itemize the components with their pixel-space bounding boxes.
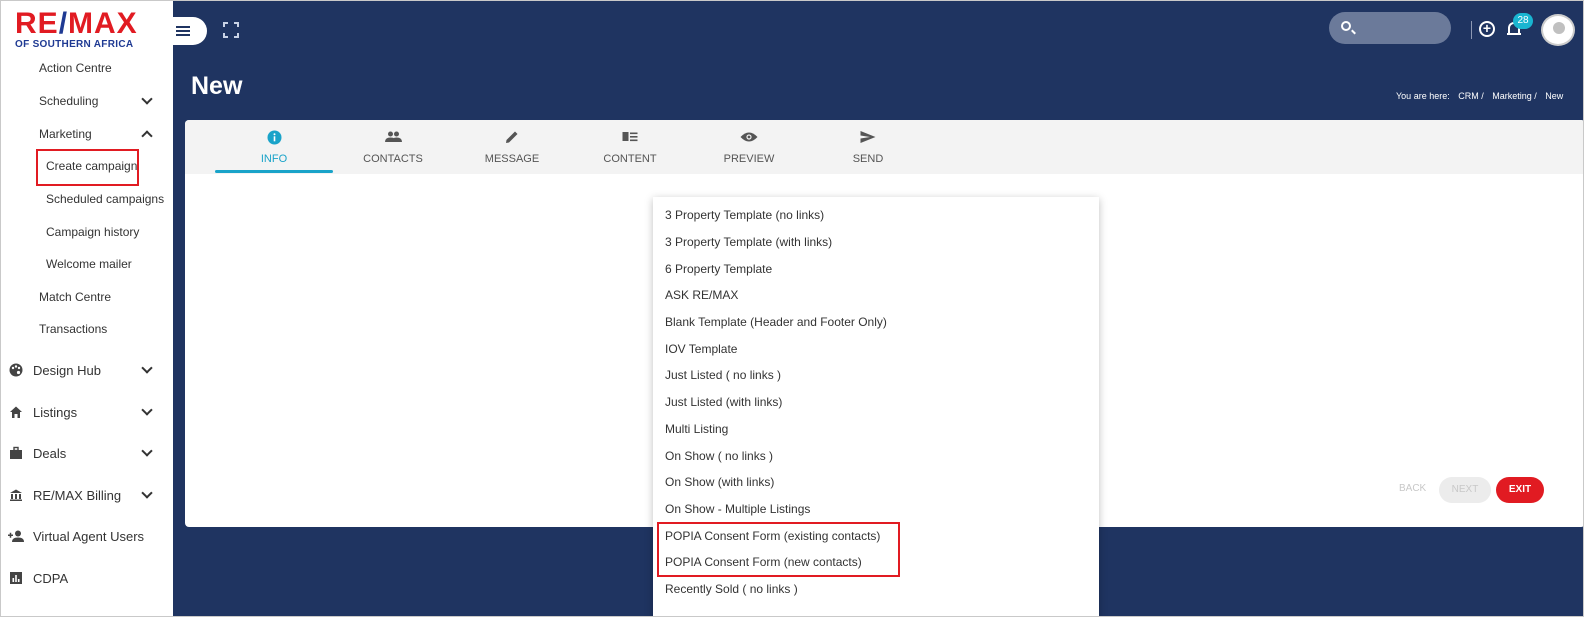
sidebar-item-welcome-mailer[interactable]: Welcome mailer — [1, 251, 173, 277]
template-option[interactable]: Recently Sold ( no links ) — [653, 576, 1099, 602]
chevron-down-icon — [141, 362, 153, 374]
sidebar: RE/MAX OF SOUTHERN AFRICA Action Centre … — [1, 1, 173, 616]
highlight-box-create-campaign — [36, 149, 139, 186]
chevron-down-icon — [141, 487, 153, 499]
add-user-icon — [8, 528, 24, 544]
template-option[interactable]: Blank Template (Header and Footer Only) — [653, 309, 1099, 335]
sidebar-item-label: Listings — [33, 404, 78, 420]
sidebar-item-scheduled-campaigns[interactable]: Scheduled campaigns — [1, 186, 173, 212]
breadcrumb-item-crm[interactable]: CRM / — [1458, 91, 1484, 101]
tab-label: SEND — [852, 153, 884, 165]
chevron-down-icon — [141, 404, 153, 416]
template-option[interactable]: ASK RE/MAX — [653, 282, 1099, 308]
palette-icon — [8, 362, 24, 378]
highlight-box-popia-options — [657, 522, 900, 577]
sidebar-item-remax-billing[interactable]: RE/MAX Billing — [1, 482, 173, 508]
sidebar-item-label: Marketing — [39, 127, 92, 141]
menu-toggle-button[interactable] — [159, 17, 207, 45]
sidebar-item-label: Design Hub — [33, 362, 101, 378]
template-option[interactable]: Multi Listing — [653, 416, 1099, 442]
tab-preview[interactable]: PREVIEW — [690, 120, 808, 174]
tab-label: CONTACTS — [363, 153, 423, 165]
search-input[interactable] — [1329, 12, 1451, 44]
sidebar-item-label: Deals — [33, 445, 67, 461]
add-icon[interactable]: + — [1479, 21, 1495, 37]
sidebar-item-label: CDPA — [33, 570, 69, 586]
bank-icon — [8, 487, 24, 503]
template-option[interactable]: On Show - Multiple Listings — [653, 496, 1099, 522]
search-icon — [1341, 21, 1351, 31]
remax-logo[interactable]: RE/MAX OF SOUTHERN AFRICA — [15, 9, 155, 53]
sidebar-item-label: Campaign history — [46, 225, 140, 239]
sidebar-item-label: Action Centre — [39, 61, 112, 75]
logo-subtitle: OF SOUTHERN AFRICA — [15, 39, 134, 50]
exit-button[interactable]: EXIT — [1496, 477, 1544, 503]
info-icon — [265, 129, 283, 145]
sidebar-item-label: Welcome mailer — [46, 257, 132, 271]
sidebar-item-label: Scheduled campaigns — [46, 192, 165, 206]
template-option[interactable]: 3 Property Template (with links) — [653, 229, 1099, 255]
template-option[interactable]: Just Listed ( no links ) — [653, 362, 1099, 388]
tab-label: INFO — [260, 153, 288, 165]
template-option[interactable]: 6 Property Template — [653, 256, 1099, 282]
breadcrumb: You are here: CRM / Marketing / New — [1396, 91, 1569, 101]
header-divider — [1471, 21, 1472, 39]
sidebar-item-transactions[interactable]: Transactions — [1, 316, 173, 342]
sidebar-item-label: Match Centre — [39, 290, 112, 304]
avatar[interactable] — [1541, 14, 1575, 46]
fullscreen-icon[interactable] — [223, 22, 239, 38]
back-button[interactable]: BACK — [1399, 483, 1426, 494]
template-dropdown: 3 Property Template (no links) 3 Propert… — [653, 197, 1099, 616]
sidebar-item-deals[interactable]: Deals — [1, 440, 173, 466]
eye-icon — [740, 129, 758, 145]
pencil-icon — [503, 129, 521, 145]
sidebar-item-campaign-history[interactable]: Campaign history — [1, 219, 173, 245]
sidebar-item-label: Transactions — [39, 322, 108, 336]
chevron-up-icon — [141, 130, 153, 142]
sidebar-item-action-centre[interactable]: Action Centre — [1, 55, 173, 81]
home-icon — [8, 404, 24, 420]
tab-label: CONTENT — [603, 153, 657, 165]
sidebar-item-listings[interactable]: Listings — [1, 399, 173, 425]
template-option[interactable]: On Show (with links) — [653, 469, 1099, 495]
tab-send[interactable]: SEND — [809, 120, 927, 174]
breadcrumb-prefix: You are here: — [1396, 91, 1450, 101]
content-icon — [621, 129, 639, 145]
sidebar-item-design-hub[interactable]: Design Hub — [1, 357, 173, 383]
hamburger-icon — [176, 26, 190, 36]
sidebar-item-match-centre[interactable]: Match Centre — [1, 284, 173, 310]
sidebar-item-label: Scheduling — [39, 94, 99, 108]
sidebar-item-marketing[interactable]: Marketing — [1, 121, 173, 147]
tab-contacts[interactable]: CONTACTS — [334, 120, 452, 174]
sidebar-item-virtual-agent-users[interactable]: Virtual Agent Users — [1, 523, 173, 549]
page-title: New — [191, 72, 243, 100]
wizard-tabs: INFO CONTACTS MESSAGE CONTENT PREVIEW SE… — [185, 120, 1583, 174]
sidebar-item-scheduling[interactable]: Scheduling — [1, 88, 173, 114]
breadcrumb-item-marketing[interactable]: Marketing / — [1492, 91, 1537, 101]
tab-label: PREVIEW — [723, 153, 775, 165]
chart-icon — [8, 570, 24, 586]
template-option[interactable]: On Show ( no links ) — [653, 443, 1099, 469]
template-option[interactable]: IOV Template — [653, 336, 1099, 362]
breadcrumb-item-new: New — [1545, 91, 1564, 101]
tab-content[interactable]: CONTENT — [571, 120, 689, 174]
notification-badge: 28 — [1513, 13, 1533, 29]
tab-message[interactable]: MESSAGE — [453, 120, 571, 174]
active-tab-indicator — [215, 170, 333, 173]
logo-wordmark: RE/MAX — [15, 7, 138, 40]
app-window: RE/MAX OF SOUTHERN AFRICA Action Centre … — [0, 0, 1584, 617]
sidebar-item-label: RE/MAX Billing — [33, 487, 122, 503]
chevron-down-icon — [141, 93, 153, 105]
tab-label: MESSAGE — [484, 153, 540, 165]
sidebar-item-cdpa[interactable]: CDPA — [1, 565, 173, 591]
people-icon — [384, 129, 402, 145]
tab-info[interactable]: INFO — [215, 120, 333, 174]
send-icon — [859, 129, 877, 145]
sidebar-item-label: Virtual Agent Users — [33, 528, 145, 544]
template-option[interactable]: 3 Property Template (no links) — [653, 202, 1099, 228]
next-button[interactable]: NEXT — [1439, 477, 1491, 503]
template-option[interactable]: Just Listed (with links) — [653, 389, 1099, 415]
chevron-down-icon — [141, 445, 153, 457]
briefcase-icon — [8, 445, 24, 461]
